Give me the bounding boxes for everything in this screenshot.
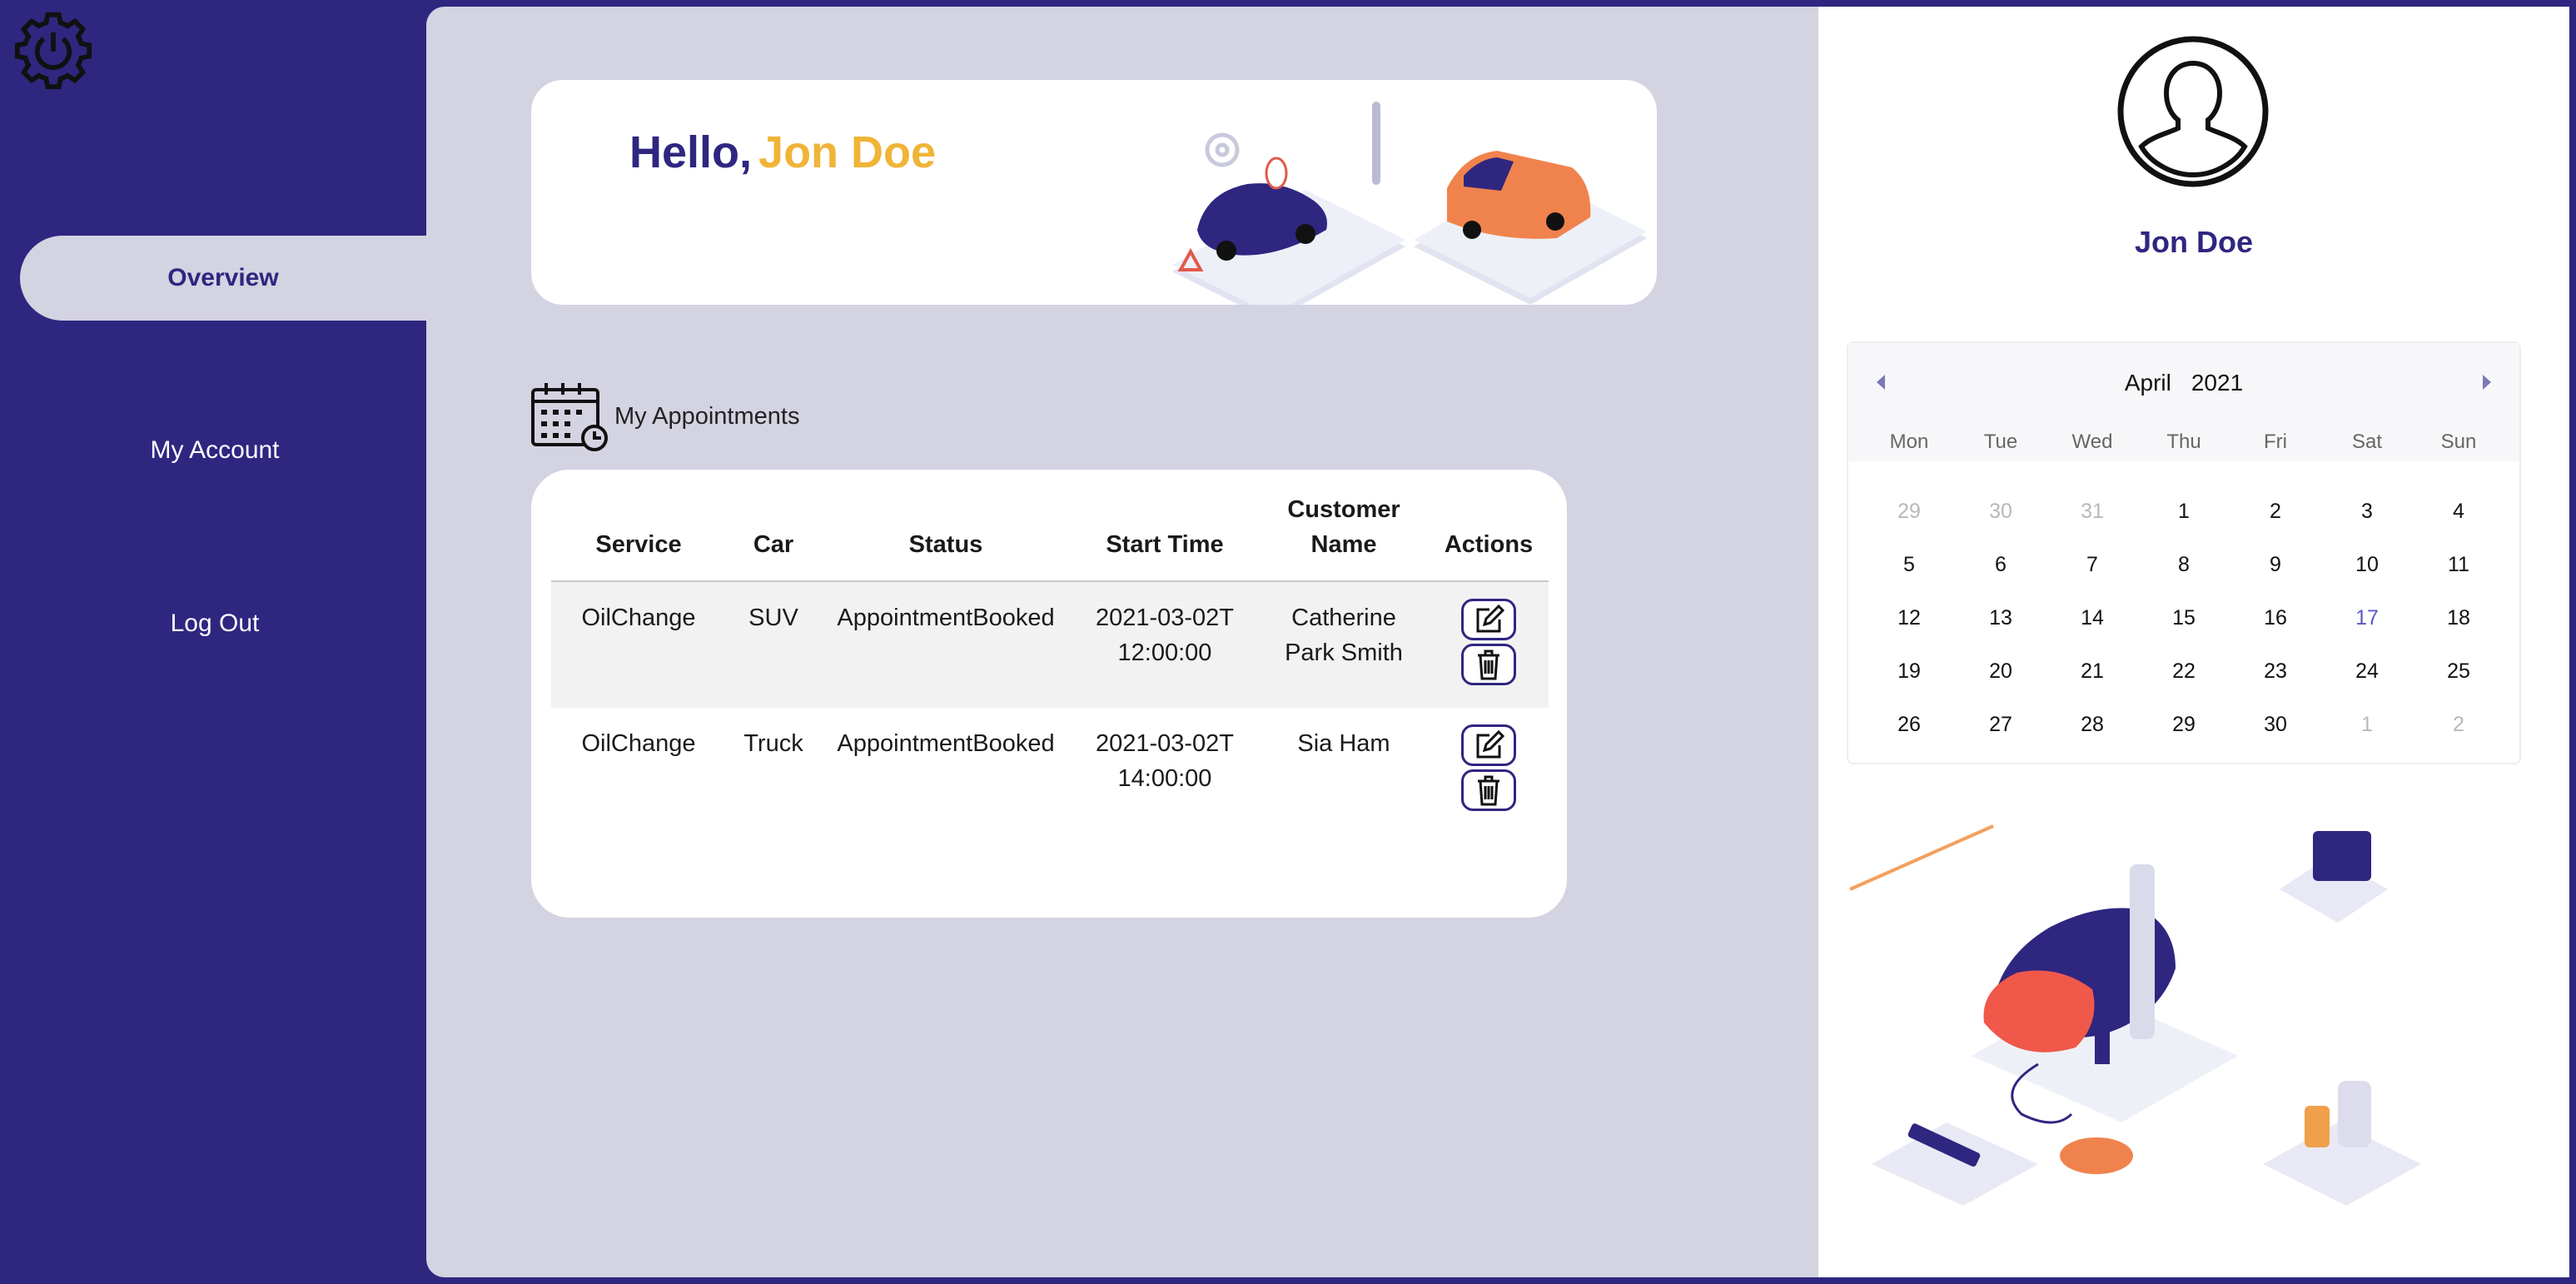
- appointments-card: Service Car Status Start Time Customer N…: [531, 470, 1567, 918]
- greeting-heading: Hello, Jon Doe: [629, 127, 936, 178]
- cell-status: AppointmentBooked: [837, 605, 1055, 631]
- cell-start-time: 2021-03-02T14:00:00: [1095, 730, 1235, 792]
- cell-customer: Catherine Park Smith: [1285, 605, 1403, 666]
- calendar-days: 29 30 31 1 2 3 4 5 6 7 8 9 10 11 12 13 14 15 16 17 18 19 20 21 2…: [1848, 461, 2519, 751]
- calendar-day[interactable]: 11: [2413, 538, 2504, 591]
- calendar-day[interactable]: 21: [2046, 644, 2138, 698]
- calendar-day[interactable]: 15: [2138, 591, 2230, 644]
- column-header: Actions: [1444, 531, 1534, 558]
- calendar-day[interactable]: 31: [2046, 485, 2138, 538]
- column-header: Status: [908, 531, 983, 558]
- calendar-day[interactable]: 3: [2321, 485, 2413, 538]
- next-month-icon[interactable]: [2483, 375, 2491, 390]
- calendar-day[interactable]: 7: [2046, 538, 2138, 591]
- cell-actions: [1429, 708, 1549, 834]
- calendar-day[interactable]: 10: [2321, 538, 2413, 591]
- cell-service: OilChange: [581, 605, 696, 631]
- calendar-day[interactable]: 12: [1863, 591, 1955, 644]
- calendar-header: April 2021: [1848, 343, 2519, 423]
- calendar-year[interactable]: 2021: [2191, 370, 2243, 396]
- garage-illustration: [1849, 824, 2421, 1206]
- nav-log-out[interactable]: Log Out: [20, 581, 426, 666]
- calendar-day[interactable]: 1: [2138, 485, 2230, 538]
- nav-overview[interactable]: Overview: [20, 236, 426, 321]
- table-header-row: Service Car Status Start Time Customer N…: [551, 478, 1549, 581]
- calendar-day[interactable]: 28: [2046, 698, 2138, 751]
- column-header: Service: [595, 531, 682, 558]
- greeting-user-name: Jon Doe: [758, 127, 937, 177]
- column-header: Customer Name: [1287, 496, 1400, 558]
- cell-car: Truck: [743, 730, 803, 757]
- profile-name: Jon Doe: [2134, 225, 2253, 259]
- weekday-label: Mon: [1889, 430, 1929, 453]
- greeting-card: Hello, Jon Doe: [531, 80, 1657, 305]
- avatar[interactable]: [2116, 35, 2270, 188]
- calendar-day[interactable]: 13: [1955, 591, 2046, 644]
- weekday-label: Sun: [2440, 430, 2477, 453]
- column-header: Car: [753, 531, 794, 558]
- cell-status: AppointmentBooked: [837, 730, 1055, 757]
- edit-icon: [1476, 605, 1504, 633]
- edit-button[interactable]: [1461, 599, 1516, 640]
- calendar-day[interactable]: 14: [2046, 591, 2138, 644]
- edit-button[interactable]: [1461, 724, 1516, 766]
- appointments-title: My Appointments: [614, 402, 800, 430]
- appointments-header: My Appointments: [530, 381, 799, 451]
- greeting-hello: Hello,: [629, 127, 753, 177]
- calendar-day[interactable]: 26: [1863, 698, 1955, 751]
- calendar-weekdays: Mon Tue Wed Thu Fri Sat Sun: [1848, 423, 2519, 461]
- calendar-day[interactable]: 9: [2230, 538, 2321, 591]
- cell-service: OilChange: [581, 730, 696, 757]
- calendar-day[interactable]: 19: [1863, 644, 1955, 698]
- weekday-label: Tue: [1983, 430, 2018, 453]
- calendar-day[interactable]: 25: [2413, 644, 2504, 698]
- main-content: Hello, Jon Doe My Appointments Service C…: [426, 7, 1818, 1277]
- weekday-label: Fri: [2264, 430, 2287, 453]
- calendar-widget: April 2021 Mon Tue Wed Thu Fri Sat Sun 29 30 31 1…: [1847, 341, 2521, 764]
- calendar-day[interactable]: 22: [2138, 644, 2230, 698]
- calendar-month[interactable]: April: [2125, 370, 2171, 396]
- table-row: OilChange Truck AppointmentBooked 2021-0…: [551, 708, 1549, 834]
- profile-panel: Jon Doe April 2021 Mon Tue Wed Thu Fri Sat Sun…: [1818, 7, 2569, 1277]
- cell-customer: Sia Ham: [1297, 730, 1390, 757]
- appointments-table: Service Car Status Start Time Customer N…: [551, 478, 1549, 834]
- calendar-day[interactable]: 5: [1863, 538, 1955, 591]
- column-header: Start Time: [1106, 531, 1224, 558]
- calendar-day[interactable]: 8: [2138, 538, 2230, 591]
- calendar-day[interactable]: 20: [1955, 644, 2046, 698]
- calendar-day[interactable]: 2: [2413, 698, 2504, 751]
- calendar-day[interactable]: 17: [2321, 591, 2413, 644]
- calendar-day[interactable]: 4: [2413, 485, 2504, 538]
- calendar-day[interactable]: 27: [1955, 698, 2046, 751]
- cell-actions: [1429, 581, 1549, 708]
- calendar-clock-icon: [531, 383, 608, 451]
- calendar-day[interactable]: 29: [2138, 698, 2230, 751]
- trash-icon: [1478, 649, 1499, 680]
- calendar-day[interactable]: 30: [2230, 698, 2321, 751]
- calendar-day[interactable]: 18: [2413, 591, 2504, 644]
- delete-button[interactable]: [1461, 769, 1516, 811]
- calendar-day[interactable]: 1: [2321, 698, 2413, 751]
- delete-button[interactable]: [1461, 644, 1516, 685]
- calendar-day[interactable]: 24: [2321, 644, 2413, 698]
- calendar-day[interactable]: 29: [1863, 485, 1955, 538]
- calendar-day[interactable]: 16: [2230, 591, 2321, 644]
- weekday-label: Thu: [2166, 430, 2201, 453]
- prev-month-icon[interactable]: [1877, 375, 1885, 390]
- calendar-day[interactable]: 6: [1955, 538, 2046, 591]
- weekday-label: Wed: [2071, 430, 2113, 453]
- edit-icon: [1476, 730, 1504, 759]
- trash-icon: [1478, 775, 1499, 806]
- gear-power-icon[interactable]: [13, 10, 93, 90]
- calendar-day[interactable]: 2: [2230, 485, 2321, 538]
- table-row: OilChange SUV AppointmentBooked 2021-03-…: [551, 581, 1549, 708]
- cell-start-time: 2021-03-02T12:00:00: [1095, 605, 1235, 666]
- car-service-illustration: [1172, 102, 1647, 305]
- calendar-day[interactable]: 30: [1955, 485, 2046, 538]
- nav-my-account[interactable]: My Account: [20, 408, 426, 493]
- sidebar: Overview My Account Log Out: [0, 0, 426, 1284]
- weekday-label: Sat: [2351, 430, 2383, 453]
- cell-car: SUV: [748, 605, 798, 631]
- calendar-day[interactable]: 23: [2230, 644, 2321, 698]
